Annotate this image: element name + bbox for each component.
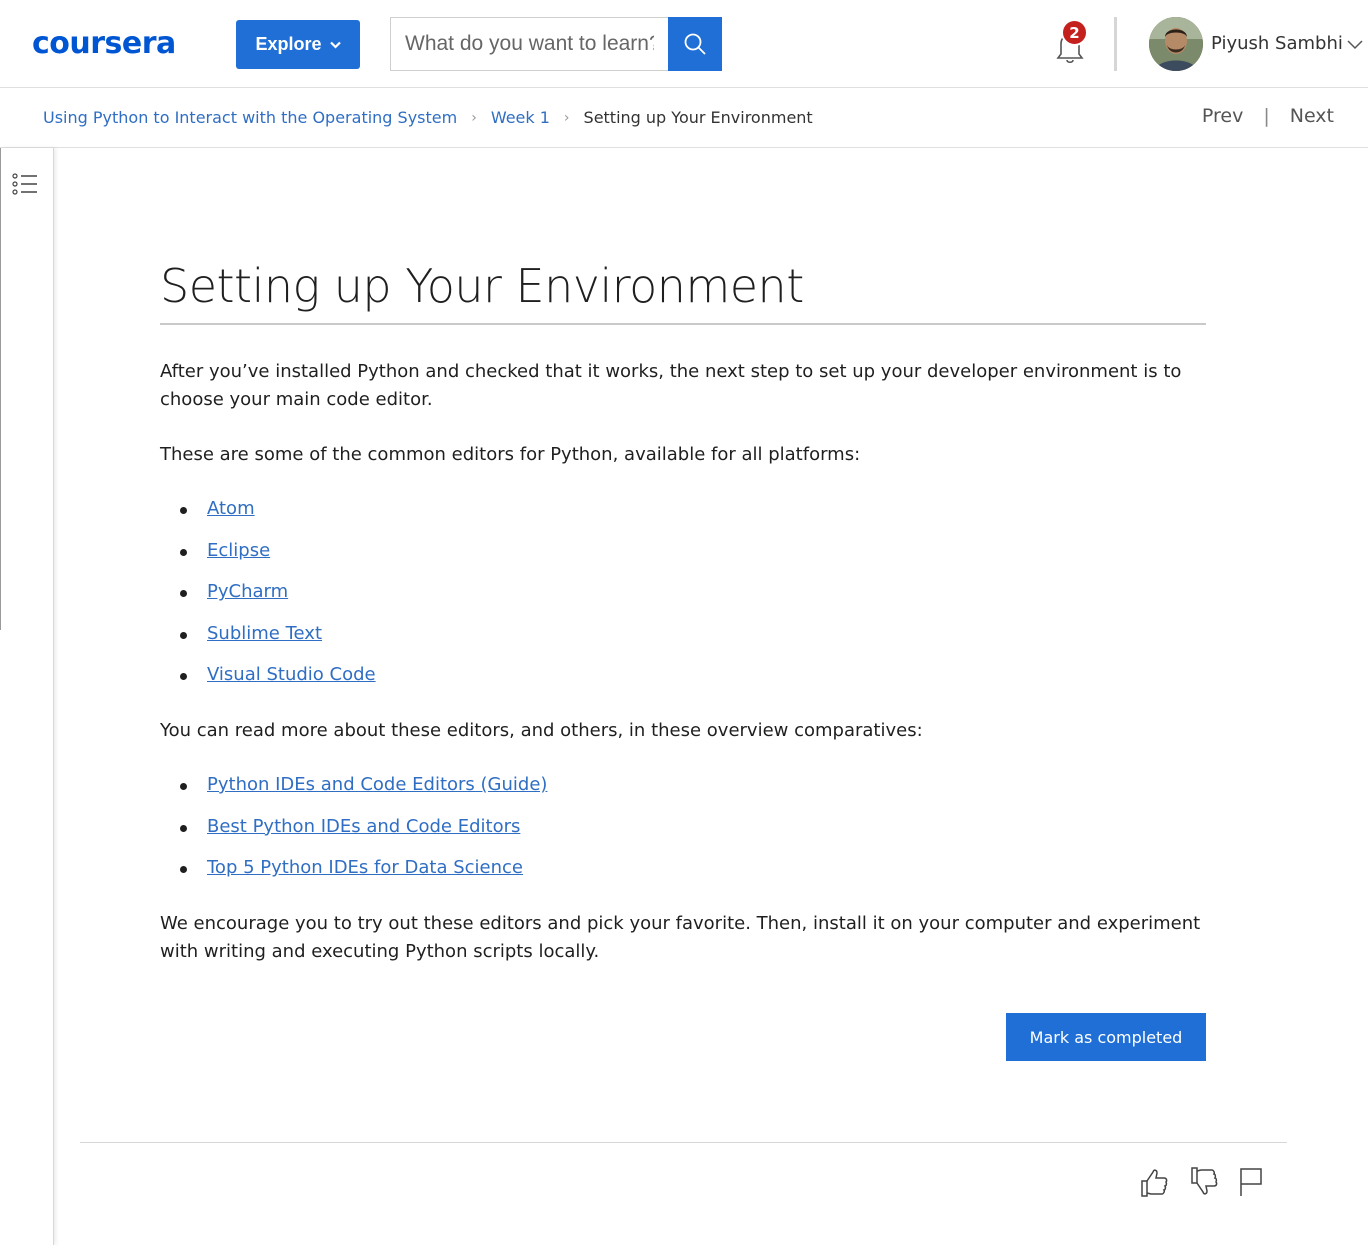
editors-intro: These are some of the common editors for… [160, 444, 861, 465]
editors-list: Atom Eclipse PyCharm Sublime Text Visual… [160, 495, 376, 703]
coursera-logo[interactable]: coursera [32, 24, 176, 64]
avatar[interactable] [1149, 17, 1203, 71]
list-item: Top 5 Python IDEs for Data Science [160, 854, 547, 896]
list-item: PyCharm [160, 578, 376, 620]
list-item: Eclipse [160, 537, 376, 579]
editor-link-vscode[interactable]: Visual Studio Code [207, 664, 376, 685]
flag-icon[interactable] [1237, 1166, 1267, 1198]
comparative-link-best[interactable]: Best Python IDEs and Code Editors [207, 816, 520, 837]
list-item: Atom [160, 495, 376, 537]
explore-button[interactable]: Explore [236, 20, 360, 69]
comparatives-intro: You can read more about these editors, a… [160, 720, 923, 741]
header-divider [1114, 17, 1117, 71]
notification-badge: 2 [1061, 19, 1088, 46]
editor-link-atom[interactable]: Atom [207, 498, 255, 519]
breadcrumb-course-link[interactable]: Using Python to Interact with the Operat… [43, 107, 457, 129]
chevron-down-icon [329, 41, 341, 49]
search-icon [684, 33, 706, 55]
comparatives-list: Python IDEs and Code Editors (Guide) Bes… [160, 771, 547, 896]
list-item: Visual Studio Code [160, 661, 376, 703]
outro-paragraph: We encourage you to try out these editor… [160, 913, 1201, 962]
editor-link-sublime[interactable]: Sublime Text [207, 623, 322, 644]
thumbs-up-icon[interactable] [1139, 1166, 1169, 1198]
user-name[interactable]: Piyush Sambhi [1211, 32, 1343, 56]
breadcrumb-bar: Using Python to Interact with the Operat… [0, 88, 1368, 148]
breadcrumb: Using Python to Interact with the Operat… [43, 107, 813, 129]
comparative-link-guide[interactable]: Python IDEs and Code Editors (Guide) [207, 774, 547, 795]
nav-separator: | [1263, 105, 1270, 127]
avatar-image [1149, 17, 1203, 71]
list-item: Python IDEs and Code Editors (Guide) [160, 771, 547, 813]
editor-link-pycharm[interactable]: PyCharm [207, 581, 288, 602]
search-button[interactable] [668, 17, 722, 71]
rail-edge [0, 148, 1, 630]
breadcrumb-current: Setting up Your Environment [583, 108, 813, 127]
chevron-right-icon: › [563, 110, 570, 126]
list-item: Best Python IDEs and Code Editors [160, 813, 547, 855]
chevron-down-icon[interactable] [1347, 38, 1363, 50]
comparative-link-top5[interactable]: Top 5 Python IDEs for Data Science [207, 857, 523, 878]
page-title: Setting up Your Environment [160, 259, 804, 313]
prev-next-nav: Prev | Next [1202, 105, 1334, 127]
list-item: Sublime Text [160, 620, 376, 662]
breadcrumb-week-link[interactable]: Week 1 [491, 107, 550, 129]
footer-divider [80, 1142, 1287, 1143]
chevron-right-icon: › [471, 110, 477, 126]
search-input[interactable] [390, 17, 668, 71]
top-header: coursera Explore 2 Piyush Sambhi [0, 0, 1368, 88]
list-icon[interactable] [12, 172, 38, 196]
next-button[interactable]: Next [1290, 105, 1334, 127]
course-outline-rail [0, 148, 54, 1245]
search-bar [390, 17, 722, 71]
intro-paragraph: After you’ve installed Python and checke… [160, 361, 1182, 410]
prev-button[interactable]: Prev [1202, 105, 1243, 127]
editor-link-eclipse[interactable]: Eclipse [207, 540, 270, 561]
thumbs-down-icon[interactable] [1189, 1166, 1219, 1198]
explore-label: Explore [255, 34, 322, 54]
title-divider [160, 323, 1206, 325]
mark-completed-button[interactable]: Mark as completed [1006, 1013, 1206, 1061]
